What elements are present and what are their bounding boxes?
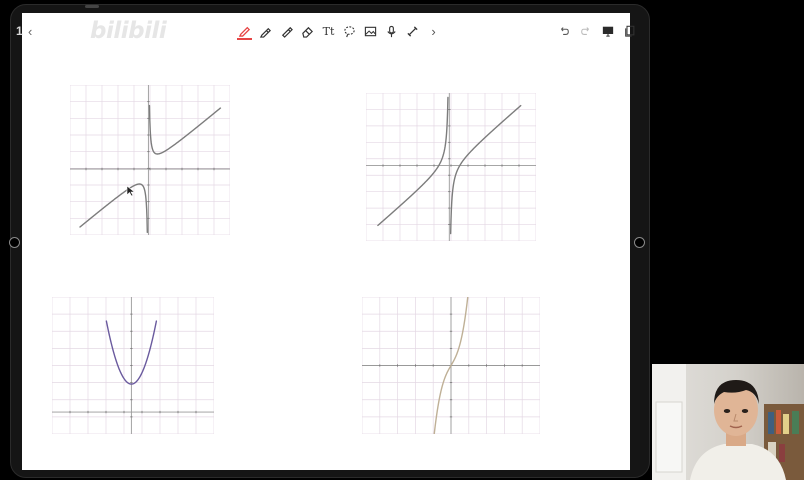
curve-1	[79, 183, 149, 234]
right-side-button	[634, 237, 645, 248]
link-icon	[407, 25, 418, 37]
undo-icon	[560, 27, 569, 35]
pages-icon	[624, 25, 634, 37]
grid	[52, 297, 214, 434]
lasso-tool[interactable]	[342, 23, 357, 39]
lasso-icon	[344, 25, 355, 37]
present-button[interactable]	[600, 23, 615, 39]
eraser-tool[interactable]	[300, 23, 315, 39]
image-tool[interactable]	[363, 23, 378, 39]
bilibili-watermark: bilibili	[90, 18, 167, 44]
text-tool[interactable]: Tt	[321, 23, 336, 39]
channel-watermark: 1	[16, 24, 23, 38]
highlighter-tool[interactable]	[258, 23, 273, 39]
image-icon	[364, 26, 377, 36]
pen-icon	[238, 26, 251, 37]
curve-1	[377, 96, 449, 227]
mouse-pointer-icon	[126, 185, 136, 197]
webcam-overlay	[652, 364, 804, 480]
undo-button[interactable]	[556, 23, 571, 39]
canvas-screen[interactable]	[22, 13, 630, 470]
redo-icon	[580, 27, 589, 35]
curve-0	[449, 104, 522, 235]
more-tools-button[interactable]: ›	[426, 23, 441, 39]
marker-icon	[281, 26, 293, 38]
marker-tool[interactable]	[279, 23, 294, 39]
presenter-video	[652, 364, 804, 480]
microphone-icon	[387, 25, 396, 37]
present-icon	[602, 26, 613, 37]
link-tool[interactable]	[405, 23, 420, 39]
graph-hyperbola	[70, 85, 230, 235]
graph-x-minus-1-over-x	[366, 93, 536, 241]
right-toolbar	[556, 23, 637, 39]
curve-0	[148, 104, 222, 155]
left-side-button	[9, 237, 20, 248]
microphone-tool[interactable]	[384, 23, 399, 39]
pages-button[interactable]	[622, 23, 637, 39]
chevron-right-icon: ›	[431, 23, 436, 39]
device-notch	[85, 5, 99, 8]
graph-cubic	[362, 297, 540, 434]
redo-button[interactable]	[578, 23, 593, 39]
drawing-toolbar: Tt ›	[237, 22, 441, 40]
text-tool-label: Tt	[322, 24, 335, 38]
highlighter-icon	[259, 27, 271, 38]
eraser-icon	[302, 26, 313, 38]
pen-tool[interactable]	[237, 22, 252, 40]
back-button[interactable]: ‹	[28, 24, 32, 39]
graph-parabola	[52, 297, 214, 434]
